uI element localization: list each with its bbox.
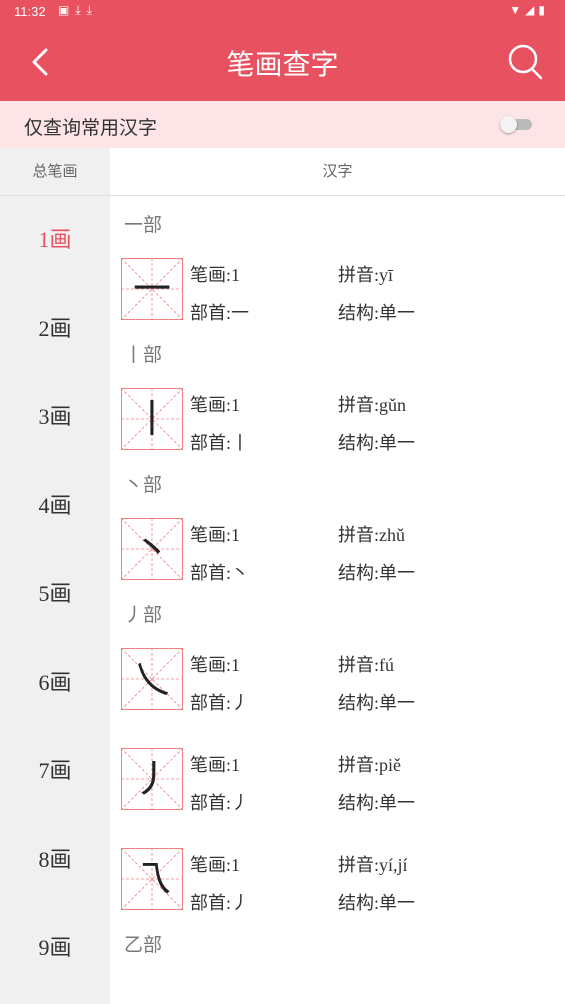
character-grid-box: 一 (121, 258, 183, 320)
stroke-item[interactable]: 7画 (0, 751, 110, 791)
structure-info: 结构:单一 (338, 433, 416, 453)
common-chars-filter: 仅查询常用汉字 (0, 101, 565, 148)
radical-header: 乙部 (124, 935, 163, 956)
system-icons: ▼◢▮ (509, 3, 549, 17)
radical-info: 部首:丶 (190, 563, 250, 583)
character-entry[interactable]: 一笔画:1 拼音:yī 部首:一 结构:单一 (110, 258, 565, 323)
character-entry[interactable]: 丨笔画:1 拼音:gǔn 部首:丨 结构:单一 (110, 388, 565, 453)
status-bar: 11:32 ▣⤓⤓ ▼◢▮ (0, 0, 565, 24)
radical-info: 部首:丿 (190, 693, 250, 713)
character-grid-box: 丶 (121, 518, 183, 580)
character-glyph: 乀 (133, 657, 171, 701)
stroke-item[interactable]: 5画 (0, 574, 110, 614)
notification-icons: ▣⤓⤓ (58, 3, 98, 17)
character-glyph: 丿 (133, 757, 171, 801)
radical-header: 丨部 (124, 345, 163, 366)
character-entry[interactable]: 丶笔画:1 拼音:zhǔ 部首:丶 结构:单一 (110, 518, 565, 583)
stroke-count-info: 笔画:1 (190, 655, 241, 675)
character-entry[interactable]: 乀笔画:1 拼音:fú 部首:丿 结构:单一 (110, 648, 565, 713)
stroke-count-info: 笔画:1 (190, 395, 241, 415)
radical-info: 部首:一 (190, 303, 250, 323)
filter-label: 仅查询常用汉字 (24, 117, 158, 139)
character-grid-box: 乁 (121, 848, 183, 910)
pinyin-info: 拼音:fú (338, 655, 394, 675)
stroke-item[interactable]: 1画 (0, 220, 110, 260)
stroke-count-info: 笔画:1 (190, 265, 241, 285)
common-chars-toggle[interactable] (500, 116, 532, 133)
stroke-count-info: 笔画:1 (190, 855, 241, 875)
character-grid-box: 丿 (121, 748, 183, 810)
app-bar: 笔画查字 (0, 24, 565, 101)
pinyin-info: 拼音:piě (338, 755, 401, 775)
character-glyph: 丶 (133, 527, 171, 571)
stroke-item[interactable]: 6画 (0, 663, 110, 703)
toggle-knob (500, 116, 517, 133)
radical-header: 丿部 (124, 605, 163, 626)
stroke-count-info: 笔画:1 (190, 525, 241, 545)
structure-info: 结构:单一 (338, 563, 416, 583)
character-glyph: 一 (133, 267, 171, 311)
structure-info: 结构:单一 (338, 303, 416, 323)
character-glyph: 丨 (133, 397, 171, 441)
char-column-header: 汉字 (110, 148, 565, 196)
page-title: 笔画查字 (226, 48, 339, 81)
pinyin-info: 拼音:zhǔ (338, 525, 405, 545)
stroke-column-header: 总笔画 (0, 148, 110, 196)
structure-info: 结构:单一 (338, 693, 416, 713)
structure-info: 结构:单一 (338, 893, 416, 913)
stroke-item[interactable]: 4画 (0, 486, 110, 526)
stroke-count-info: 笔画:1 (190, 755, 241, 775)
pinyin-info: 拼音:yī (338, 265, 394, 285)
radical-header: 丶部 (124, 475, 163, 496)
radical-info: 部首:丿 (190, 793, 250, 813)
character-grid-box: 乀 (121, 648, 183, 710)
pinyin-info: 拼音:yí,jí (338, 855, 408, 875)
stroke-item[interactable]: 3画 (0, 397, 110, 437)
search-icon[interactable] (505, 42, 545, 82)
radical-info: 部首:丿 (190, 893, 250, 913)
character-glyph: 乁 (133, 857, 171, 901)
stroke-item[interactable]: 9画 (0, 928, 110, 968)
stroke-item[interactable]: 8画 (0, 840, 110, 880)
character-grid-box: 丨 (121, 388, 183, 450)
stroke-count-list: 1画 2画 3画 4画 5画 6画 7画 8画 9画 (0, 196, 110, 1004)
character-entry[interactable]: 丿笔画:1 拼音:piě 部首:丿 结构:单一 (110, 748, 565, 813)
structure-info: 结构:单一 (338, 793, 416, 813)
pinyin-info: 拼音:gǔn (338, 395, 407, 415)
character-entry[interactable]: 乁笔画:1 拼音:yí,jí 部首:丿 结构:单一 (110, 848, 565, 913)
stroke-item[interactable]: 2画 (0, 309, 110, 349)
character-list: 一部一笔画:1 拼音:yī 部首:一 结构:单一 丨部丨笔画:1 拼音:gǔn 部首:丨 结构… (110, 196, 565, 1004)
status-time: 11:32 (14, 4, 46, 19)
radical-header: 一部 (124, 215, 163, 236)
radical-info: 部首:丨 (190, 433, 250, 453)
